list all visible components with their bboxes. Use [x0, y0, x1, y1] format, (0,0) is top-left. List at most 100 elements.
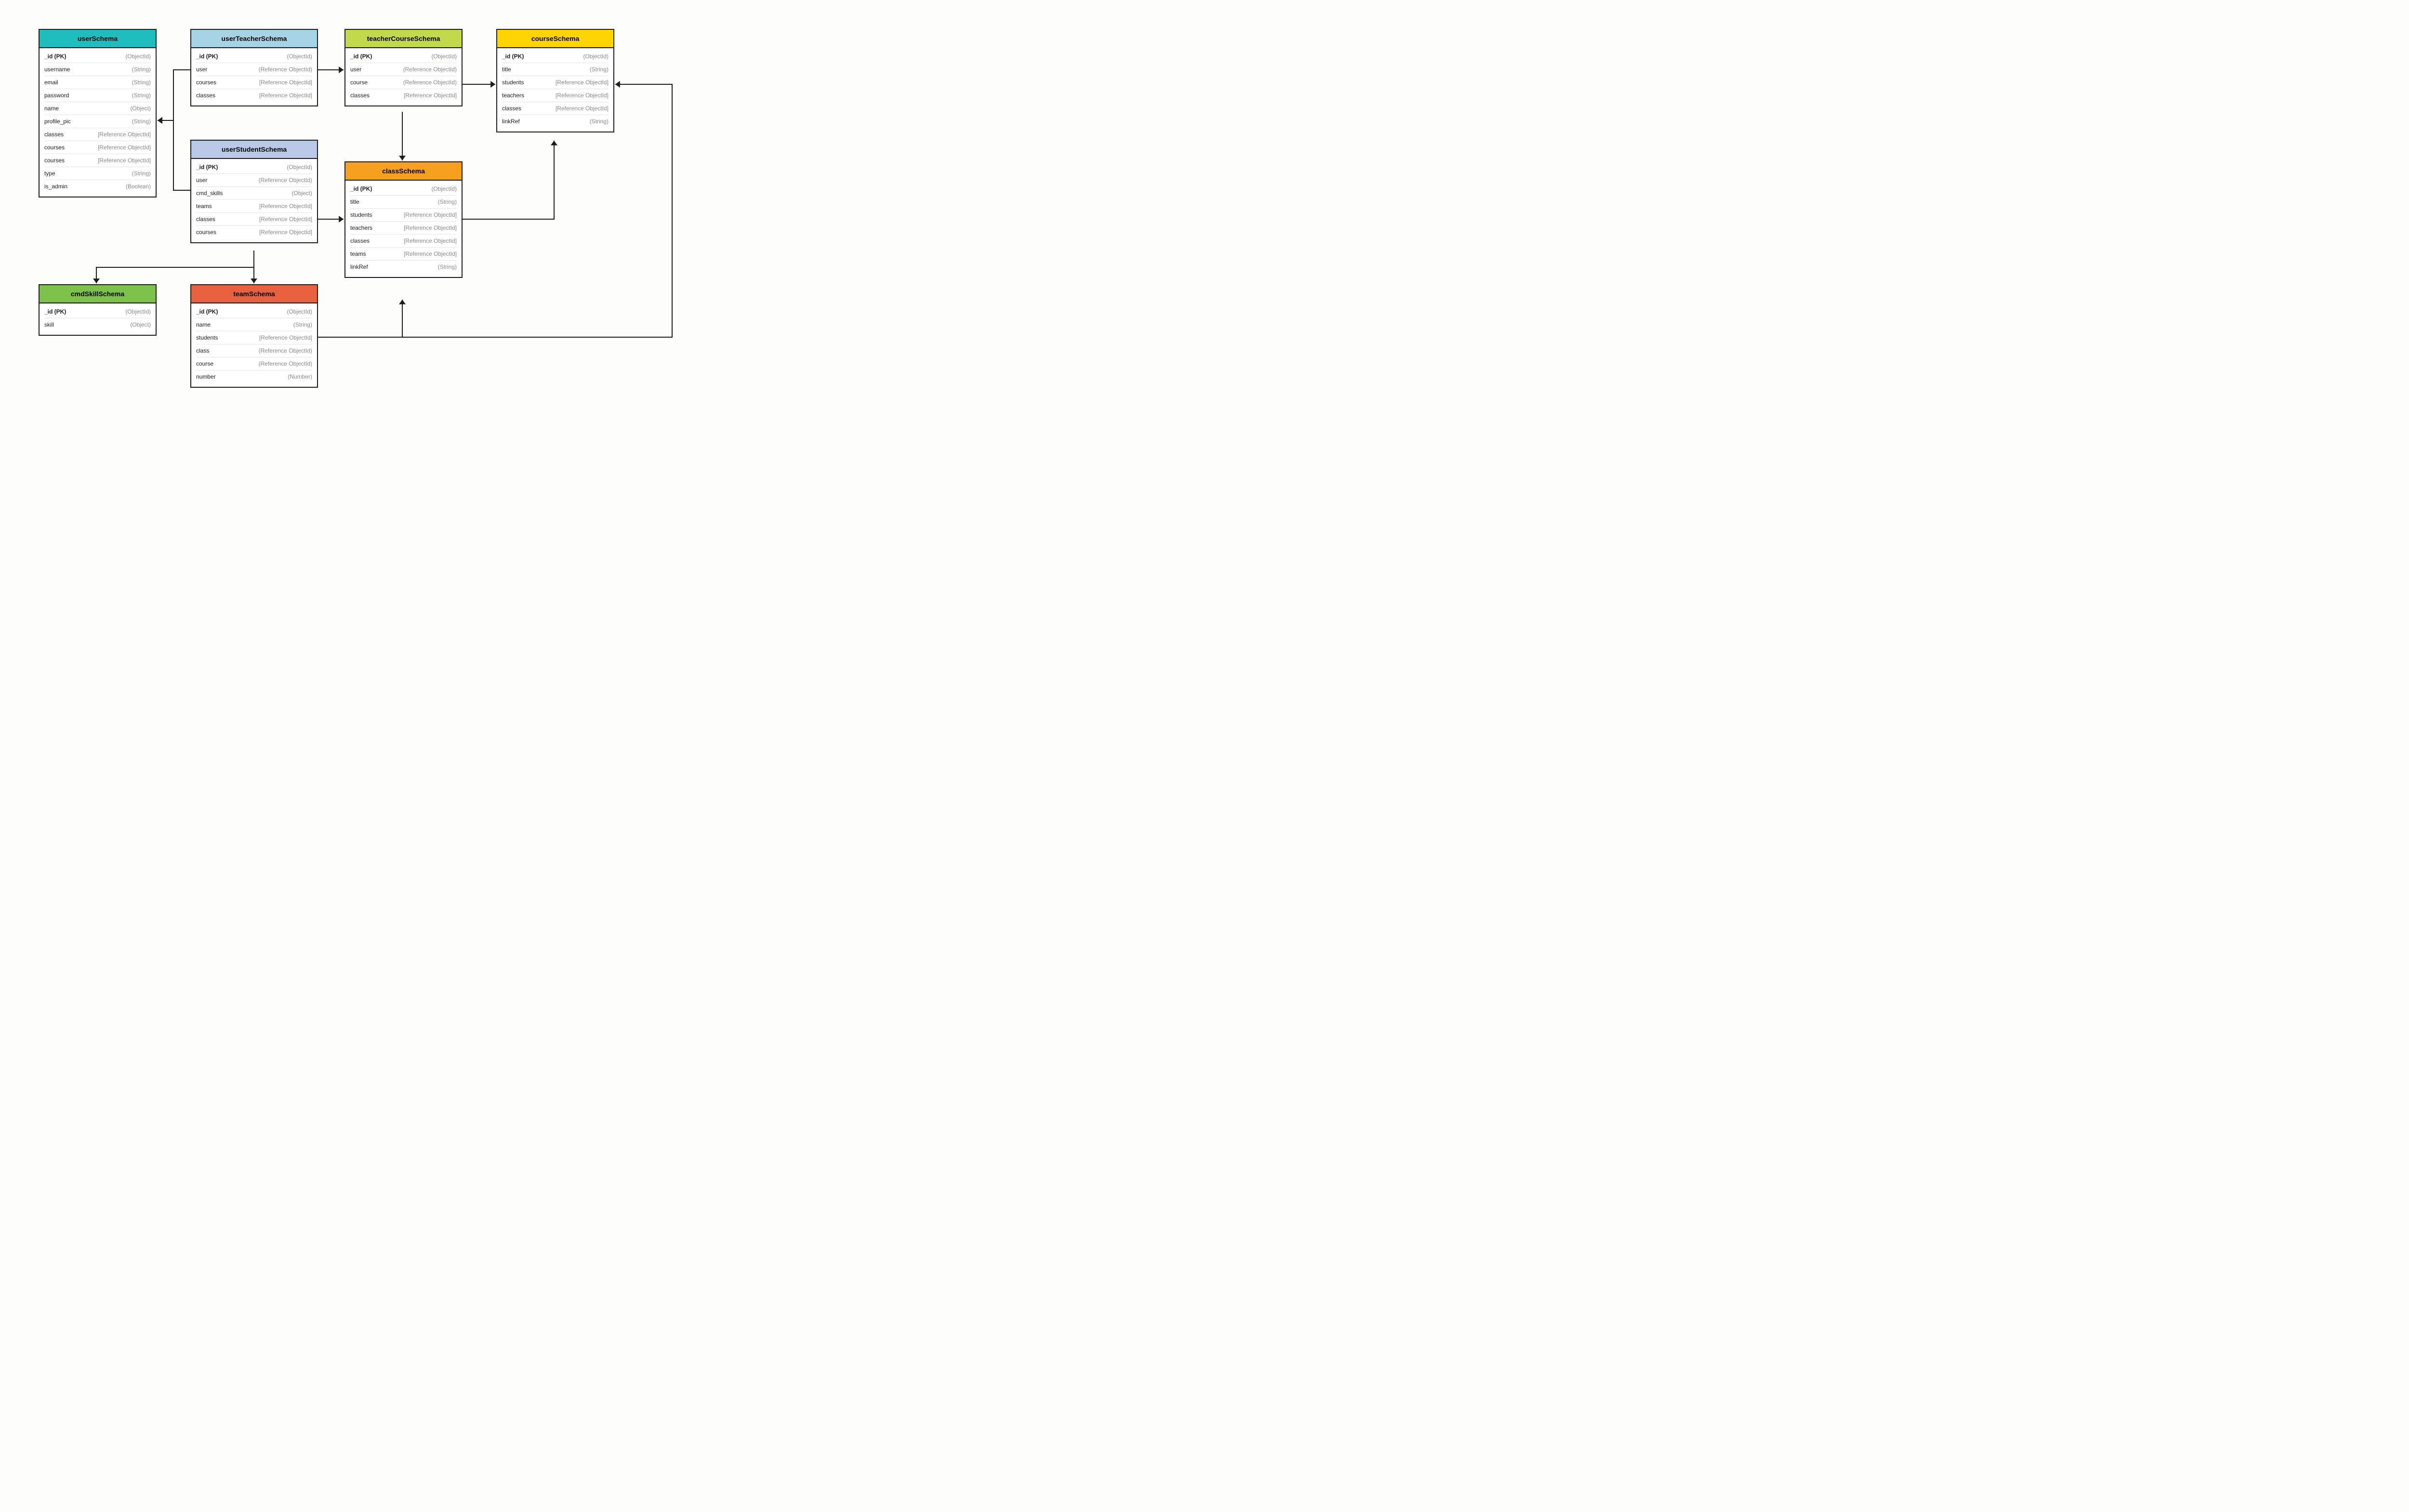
field-type: (String) [590, 118, 609, 125]
field-row: title(String) [502, 63, 609, 76]
field-row: classes[Reference ObjectId] [196, 89, 312, 102]
field-row: courses[Reference ObjectId] [196, 226, 312, 238]
field-type: [Reference ObjectId] [556, 105, 609, 112]
field-name: username [44, 66, 70, 73]
field-name: linkRef [502, 118, 520, 125]
field-type: (String) [438, 198, 457, 205]
field-name: password [44, 92, 69, 99]
field-row: user (Reference ObjectId) [196, 63, 312, 76]
field-row: teachers[Reference ObjectId] [350, 222, 457, 235]
field-type: (Reference ObjectId) [403, 79, 457, 86]
connector-classSchema-to-courseSchema [463, 141, 554, 219]
field-type: (String) [132, 79, 151, 86]
field-name: classes [196, 216, 215, 223]
entity-userStudentSchema: userStudentSchema _id (PK) (ObjectId) user (… [190, 140, 318, 243]
field-name: classes [502, 105, 521, 112]
field-type: (ObjectId) [287, 308, 312, 315]
field-type: (ObjectId) [431, 53, 457, 60]
field-row: password(String) [44, 89, 151, 102]
field-type: [Reference ObjectId] [259, 203, 312, 210]
field-name: number [196, 373, 216, 380]
field-name: _id (PK) [196, 164, 218, 171]
field-type: [Reference ObjectId] [259, 79, 312, 86]
field-type: [Reference ObjectId] [404, 237, 457, 244]
field-type: (Reference ObjectId) [259, 66, 312, 73]
field-name: linkRef [350, 263, 368, 270]
field-row: user (Reference ObjectId) [350, 63, 457, 76]
connector-userStudent-to-userSchema [158, 120, 190, 190]
field-row: cmd_skills (Object) [196, 187, 312, 200]
entity-header: cmdSkillSchema [40, 285, 156, 303]
field-type: (String) [293, 321, 312, 328]
field-name: teams [196, 203, 212, 210]
field-name: _id (PK) [196, 53, 218, 60]
field-name: students [502, 79, 524, 86]
field-type: (Reference ObjectId) [259, 360, 312, 367]
field-row: linkRef (String) [502, 115, 609, 128]
field-name: user [350, 66, 361, 73]
field-type: (ObjectId) [431, 185, 457, 192]
entity-header: userStudentSchema [191, 141, 317, 159]
field-row: course(Reference ObjectId) [350, 76, 457, 89]
field-type: [Reference ObjectId] [404, 224, 457, 231]
field-type: [Reference ObjectId] [259, 216, 312, 223]
field-name: class [196, 347, 209, 354]
entity-header: classSchema [345, 162, 462, 181]
field-row: courses[Reference ObjectId] [44, 154, 151, 167]
field-row: classes[Reference ObjectId] [350, 89, 457, 102]
field-row: classes [Reference ObjectId] [196, 213, 312, 226]
entity-userTeacherSchema: userTeacherSchema_id (PK)(ObjectId)user(… [190, 29, 318, 106]
field-row: teams[Reference ObjectId] [350, 248, 457, 261]
field-name: classes [44, 131, 64, 138]
field-row: course (Reference ObjectId) [196, 357, 312, 370]
entity-header: userSchema [40, 30, 156, 48]
entity-cmdSkillSchema: cmdSkillSchema _id (PK)(ObjectId) skill (Ob… [39, 284, 157, 336]
field-type: (Reference ObjectId) [259, 347, 312, 354]
field-type: [Reference ObjectId] [98, 144, 151, 151]
field-row: name(String) [196, 318, 312, 331]
field-type: (ObjectId) [125, 308, 151, 315]
connector-teamSchema-to-classSchema [318, 300, 402, 337]
field-type: (Reference ObjectId) [259, 177, 312, 184]
field-row: email(String) [44, 76, 151, 89]
field-type: (ObjectId) [287, 164, 312, 171]
field-type: [Reference ObjectId] [404, 211, 457, 218]
entity-header: teacherCourseSchema [345, 30, 462, 48]
field-type: [Reference ObjectId] [404, 250, 457, 257]
field-row: is_admin(Boolean) [44, 180, 151, 193]
field-name: skill [44, 321, 54, 328]
field-row: user (Reference ObjectId) [196, 174, 312, 187]
field-row: classes[Reference ObjectId] [44, 128, 151, 141]
field-name: cmd_skills [196, 190, 223, 197]
field-name: _id (PK) [350, 185, 372, 192]
field-row: courses[Reference ObjectId] [196, 76, 312, 89]
field-row: teams [Reference ObjectId] [196, 200, 312, 213]
field-row: classes [Reference ObjectId] [350, 235, 457, 248]
entity-fields: _id (PK) (ObjectId) title (String) students [… [345, 181, 462, 277]
field-name: user [196, 66, 207, 73]
field-type: (String) [590, 66, 609, 73]
field-name: students [196, 334, 218, 341]
field-row: _id (PK)(ObjectId) [44, 305, 151, 318]
entity-fields: _id (PK) (ObjectId) user (Reference ObjectI… [191, 159, 317, 242]
field-row: type(String) [44, 167, 151, 180]
field-name: is_admin [44, 183, 67, 190]
field-name: type [44, 170, 55, 177]
entity-header: courseSchema [497, 30, 613, 48]
field-type: (String) [132, 66, 151, 73]
field-name: _id (PK) [350, 53, 372, 60]
field-row: _id (PK) (ObjectId) [196, 161, 312, 174]
field-type: (Reference ObjectId) [403, 66, 457, 73]
field-name: user [196, 177, 207, 184]
field-name: name [44, 105, 59, 112]
field-name: title [350, 198, 359, 205]
field-type: (Object) [130, 105, 151, 112]
field-name: course [196, 360, 213, 367]
field-name: classes [350, 237, 370, 244]
field-type: (Object) [291, 190, 312, 197]
field-name: courses [44, 144, 65, 151]
field-row: _id (PK) (ObjectId) [350, 50, 457, 63]
field-name: students [350, 211, 372, 218]
field-row: number(Number) [196, 370, 312, 383]
field-type: [Reference ObjectId] [98, 157, 151, 164]
